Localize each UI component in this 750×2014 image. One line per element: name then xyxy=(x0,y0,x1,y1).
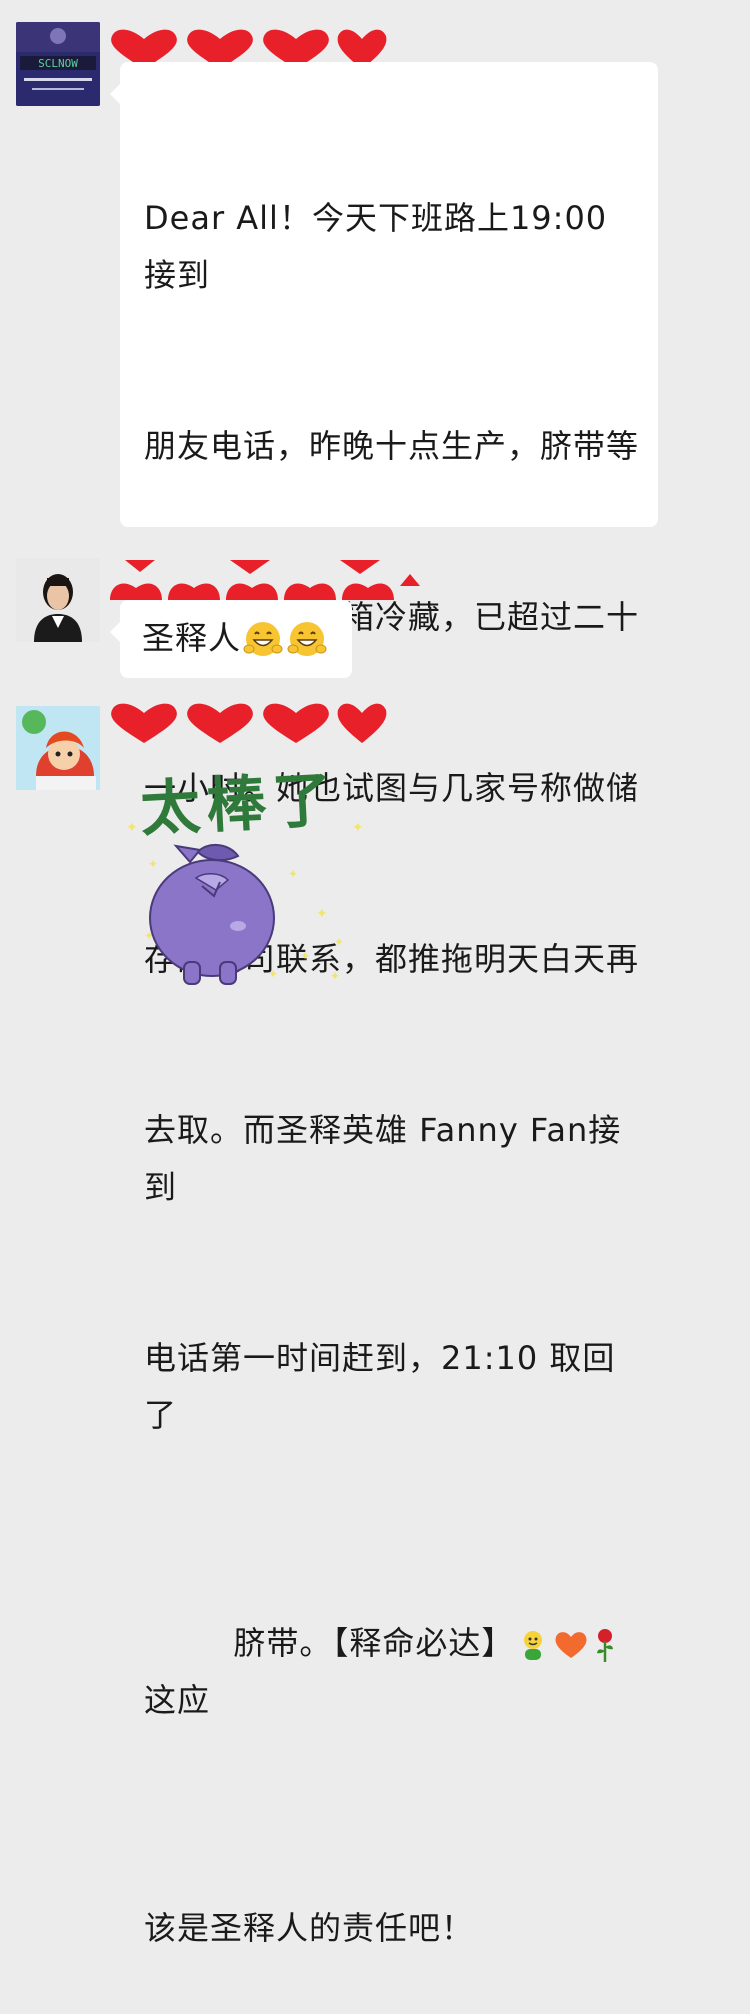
rose-emoji-icon xyxy=(597,1629,614,1662)
message-line: Dear All！今天下班路上19:00 接到 xyxy=(144,199,619,294)
message-text: 圣释人 xyxy=(120,600,352,667)
sprout-emoji-icon xyxy=(524,1631,543,1660)
message-text-label: 圣释人 xyxy=(142,619,242,657)
avatar[interactable] xyxy=(16,706,100,790)
svg-text:✦: ✦ xyxy=(352,820,364,836)
message-line: 脐带。【释命必达】这应 xyxy=(144,1558,640,1786)
message-text: Dear All！今天下班路上19:00 接到 朋友电话，昨晚十点生产，脐带等 … xyxy=(120,62,658,2014)
heart-icon xyxy=(187,703,253,743)
grin-emoji-icon xyxy=(243,621,283,656)
sender-name-hearts xyxy=(108,700,388,746)
message-line-prefix: 脐带。【释命必达】 xyxy=(233,1624,515,1662)
heart-icon xyxy=(337,703,387,743)
message-bubble[interactable]: Dear All！今天下班路上19:00 接到 朋友电话，昨晚十点生产，脐带等 … xyxy=(110,62,658,1947)
message-line: 去取。而圣释英雄 Fanny Fan接到 xyxy=(144,1111,622,1206)
avatar[interactable]: SCLNOW xyxy=(16,22,100,106)
svg-text:✦: ✦ xyxy=(300,949,310,963)
svg-text:✦: ✦ xyxy=(148,857,158,871)
heart-icon xyxy=(263,703,329,743)
svg-text:✦: ✦ xyxy=(334,935,344,949)
message-line: 该是圣释人的责任吧！ xyxy=(144,1909,475,1947)
avatar-logo-text: SCLNOW xyxy=(38,57,78,70)
avatar[interactable] xyxy=(16,558,100,642)
sticker-creature-icon: ✦ ✦ ✦ ✦ ✦ ✦ ✦ ✦ ✦ ✦ xyxy=(126,820,364,985)
message-line-suffix: 这应 xyxy=(144,1681,211,1719)
message-bubble[interactable]: 圣释人 xyxy=(110,600,352,678)
heart-emoji-icon xyxy=(555,1632,587,1658)
svg-text:✦: ✦ xyxy=(268,967,278,981)
message-line: 朋友电话，昨晚十点生产，脐带等 xyxy=(144,427,640,465)
sticker[interactable]: 太棒了 ✦ ✦ ✦ ✦ ✦ ✦ ✦ ✦ ✦ ✦ xyxy=(120,750,370,1000)
message-line: 电话第一时间赶到，21:10 取回了 xyxy=(144,1339,616,1434)
grin-emoji-icon xyxy=(287,621,327,656)
svg-text:✦: ✦ xyxy=(126,820,138,836)
svg-text:✦: ✦ xyxy=(330,969,340,983)
heart-icon xyxy=(111,703,177,743)
svg-text:✦: ✦ xyxy=(288,867,298,881)
svg-text:✦: ✦ xyxy=(316,906,328,922)
